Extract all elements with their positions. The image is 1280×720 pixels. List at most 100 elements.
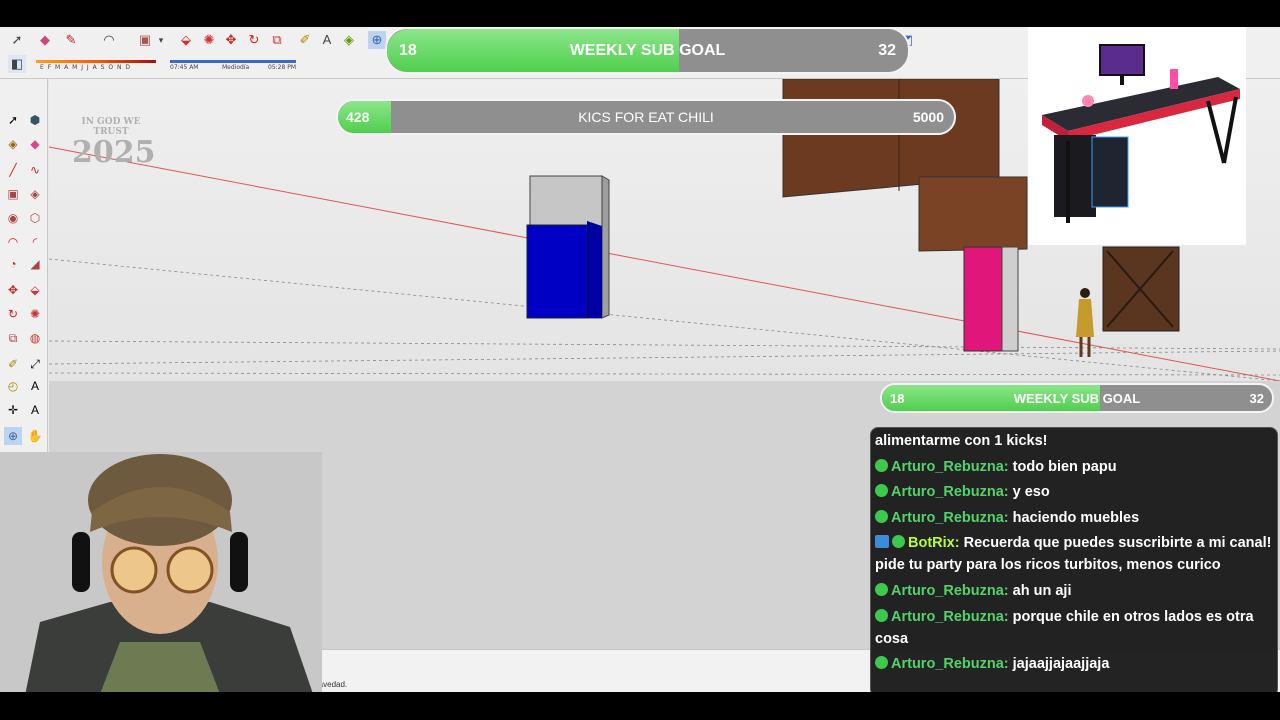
guide-line-2 [49,340,1280,350]
kics-title: KICS FOR EAT CHILI [578,109,714,125]
screen-bottom-bar [0,692,1280,720]
guide-line-4 [49,372,1280,376]
freehand-tool-icon[interactable]: ∿ [26,161,44,179]
select-tool-icon[interactable]: ➚ [4,111,22,129]
paint-bucket-icon[interactable]: ◈ [340,31,358,49]
scale-figure [1076,288,1094,357]
chat-goal-target: 32 [1249,391,1264,406]
chat-message: Arturo_Rebuzna: todo bien papu [875,456,1273,478]
subscriber-badge-icon [875,484,888,498]
paint-tool-icon[interactable]: ◈ [4,135,22,153]
arc3-tool-icon[interactable]: ◢ [26,255,44,273]
chat-username[interactable]: Arturo_Rebuzna: [891,510,1009,526]
noon-label: Mediodía [222,64,250,71]
kics-target: 5000 [912,109,944,125]
product-image-gaming-desk [1028,27,1246,245]
goal-title: WEEKLY SUB GOAL [569,42,726,59]
line-tool-icon[interactable]: ╱ [4,161,22,179]
weekly-sub-goal-top: 18 WEEKLY SUB GOAL 32 [385,27,910,74]
chat-goal-title: WEEKLY SUB GOAL [1013,391,1141,406]
chat-message: Arturo_Rebuzna: y eso [875,481,1273,503]
time-slider[interactable]: 07:45 AM Mediodía 05:28 PM [170,60,296,74]
chat-message: alimentarme con 1 kicks! [875,430,1273,452]
arc2-tool-icon[interactable]: ◜ [26,233,44,251]
rotated-rect-icon[interactable]: ◈ [26,185,44,203]
chat-message: BotRix: Recuerda que puedes suscribirte … [875,532,1273,576]
component-icon[interactable]: ⬢ [26,111,44,129]
chat-username[interactable]: Arturo_Rebuzna: [891,484,1009,500]
dimension-tool-icon[interactable]: ⤢ [26,355,44,373]
gaming-desk-picture [1042,44,1240,223]
text-tool-icon[interactable]: A [26,377,44,395]
rectangle-tool-icon[interactable]: ▣ [4,185,22,203]
arc-tool-icon[interactable]: ◠ [4,233,22,251]
chat-message: Arturo_Rebuzna: porque chile en otros la… [875,606,1273,650]
chat-text: todo bien papu [1008,458,1117,475]
pie-tool-icon[interactable]: ◔ [4,255,22,273]
magenta-panel [963,246,1019,352]
chat-username[interactable]: Arturo_Rebuzna: [891,656,1009,672]
eraser-tool-icon[interactable]: ◆ [26,135,44,153]
chat-username[interactable]: Arturo_Rebuzna: [891,609,1009,625]
subscriber-badge-icon [892,535,905,549]
guide-line-3 [49,350,1280,365]
chat-username[interactable]: Arturo_Rebuzna: [891,583,1009,599]
polygon-tool-icon[interactable]: ⬡ [26,209,44,227]
move-tool-icon[interactable]: ✥ [4,281,22,299]
weekly-sub-goal-chat: 18 WEEKLY SUB GOAL 32 [880,383,1274,413]
chat-username[interactable]: BotRix: [908,535,960,551]
bot-badge-icon [875,535,889,549]
eraser-icon[interactable]: ◆ [36,31,54,49]
subscriber-badge-icon [875,656,888,670]
chat-text: alimentarme con 1 kicks! [875,433,1048,449]
coin-watermark: IN GOD WE TRUST 2025 [72,117,156,170]
chat-message: Arturo_Rebuzna: jajaajjajaajjaja [875,653,1273,675]
sunset-time: 05:28 PM [268,64,296,71]
chevron-down-icon[interactable]: ▾ [152,31,170,49]
scale-icon[interactable]: ⧉ [268,31,286,49]
select-arrow-icon[interactable]: ➚ [8,31,26,49]
follow-me-icon[interactable]: ✺ [200,31,218,49]
3d-text-tool-icon[interactable]: A [26,401,44,419]
chat-username[interactable]: Arturo_Rebuzna: [891,459,1009,475]
text-icon[interactable]: A [318,31,336,49]
chat-text: haciendo muebles [1008,509,1140,526]
orbit-icon[interactable]: ⊕ [368,31,386,49]
subscriber-badge-icon [875,582,888,596]
chat-message: Arturo_Rebuzna: ah un aji [875,580,1273,602]
shadow-toggle-icon[interactable]: ◧ [8,55,26,73]
scale-tool-icon[interactable]: ⧉ [4,329,22,347]
rotate-icon[interactable]: ↻ [245,31,263,49]
tape-measure-icon[interactable]: ✐ [296,31,314,49]
push-pull-icon[interactable]: ⬙ [177,31,195,49]
follow-me-tool-icon[interactable]: ✺ [26,305,44,323]
circle-tool-icon[interactable]: ◉ [4,209,22,227]
move-icon[interactable]: ✥ [222,31,240,49]
axes-tool-icon[interactable]: ✛ [4,401,22,419]
stream-chat: alimentarme con 1 kicks! Arturo_Rebuzna: … [870,427,1278,697]
tape-tool-icon[interactable]: ✐ [4,355,22,373]
subscriber-badge-icon [875,608,888,622]
offset-tool-icon[interactable]: ◍ [26,329,44,347]
sunrise-time: 07:45 AM [170,64,199,71]
webcam-feed [0,452,322,720]
push-pull-tool-icon[interactable]: ⬙ [26,281,44,299]
pan-tool-icon[interactable]: ✋ [26,427,44,445]
goal-target: 32 [878,42,896,59]
subscriber-badge-icon [875,509,888,523]
rotate-tool-icon[interactable]: ↻ [4,305,22,323]
arc-icon[interactable]: ◠ [100,31,118,49]
chat-message-list: alimentarme con 1 kicks! Arturo_Rebuzna: … [875,430,1273,675]
fridge-model [526,175,610,319]
streamer-webcam-image [0,452,322,720]
orbit-tool-icon[interactable]: ⊕ [4,427,22,445]
chat-text: ah un aji [1008,582,1072,599]
chat-text: jajaajjajaajjaja [1008,656,1110,673]
pencil-icon[interactable]: ✎ [62,31,80,49]
chat-text: y eso [1008,484,1050,501]
subscriber-badge-icon [875,458,888,472]
kics-goal-bar: 428 KICS FOR EAT CHILI 5000 [336,99,956,135]
chat-message: Arturo_Rebuzna: haciendo muebles [875,507,1273,529]
protractor-tool-icon[interactable]: ◴ [4,377,22,395]
guide-line-1 [49,258,1280,381]
